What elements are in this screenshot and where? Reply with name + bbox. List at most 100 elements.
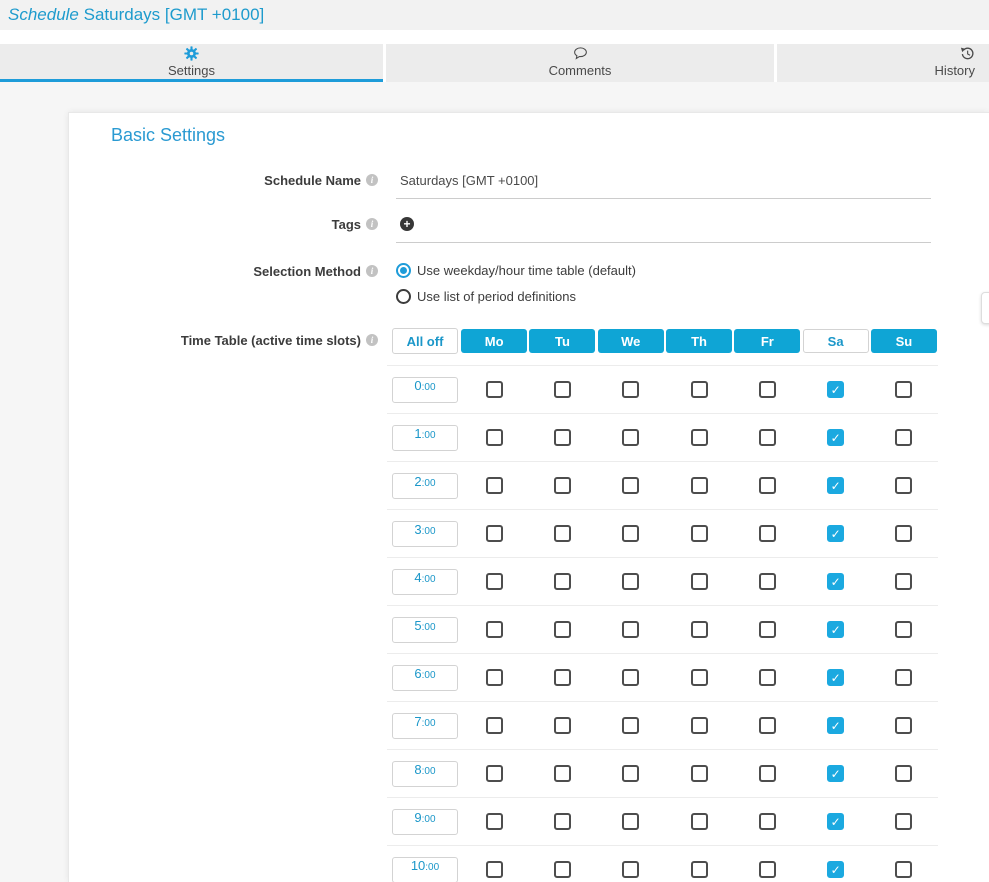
option-use-periods[interactable]: Use list of period definitions <box>396 289 931 304</box>
checkbox-6-su[interactable] <box>895 669 912 686</box>
checkbox-7-tu[interactable] <box>554 717 571 734</box>
checkbox-0-su[interactable] <box>895 381 912 398</box>
checkbox-8-su[interactable] <box>895 765 912 782</box>
checkbox-7-fr[interactable] <box>759 717 776 734</box>
checkbox-9-tu[interactable] <box>554 813 571 830</box>
checkbox-10-fr[interactable] <box>759 861 776 878</box>
time-button-1-00[interactable]: 1:00 <box>392 425 458 451</box>
checkbox-3-mo[interactable] <box>486 525 503 542</box>
day-button-we[interactable]: We <box>598 329 664 353</box>
checkbox-0-we[interactable] <box>622 381 639 398</box>
checkbox-3-fr[interactable] <box>759 525 776 542</box>
checkbox-10-mo[interactable] <box>486 861 503 878</box>
checkbox-7-mo[interactable] <box>486 717 503 734</box>
time-button-8-00[interactable]: 8:00 <box>392 761 458 787</box>
add-tag-button[interactable] <box>400 217 414 231</box>
checkbox-9-fr[interactable] <box>759 813 776 830</box>
tags-input[interactable] <box>396 206 931 243</box>
checkbox-10-tu[interactable] <box>554 861 571 878</box>
checkbox-5-tu[interactable] <box>554 621 571 638</box>
checkbox-8-we[interactable] <box>622 765 639 782</box>
checkbox-6-th[interactable] <box>691 669 708 686</box>
checkbox-7-we[interactable] <box>622 717 639 734</box>
checkbox-1-sa[interactable] <box>827 429 844 446</box>
checkbox-8-sa[interactable] <box>827 765 844 782</box>
checkbox-0-fr[interactable] <box>759 381 776 398</box>
checkbox-4-sa[interactable] <box>827 573 844 590</box>
checkbox-6-tu[interactable] <box>554 669 571 686</box>
day-button-mo[interactable]: Mo <box>461 329 527 353</box>
checkbox-0-sa[interactable] <box>827 381 844 398</box>
checkbox-4-we[interactable] <box>622 573 639 590</box>
checkbox-1-mo[interactable] <box>486 429 503 446</box>
checkbox-1-tu[interactable] <box>554 429 571 446</box>
time-button-6-00[interactable]: 6:00 <box>392 665 458 691</box>
time-button-2-00[interactable]: 2:00 <box>392 473 458 499</box>
schedule-name-input[interactable]: Saturdays [GMT +0100] <box>396 162 931 199</box>
day-button-su[interactable]: Su <box>871 329 937 353</box>
checkbox-10-sa[interactable] <box>827 861 844 878</box>
checkbox-1-we[interactable] <box>622 429 639 446</box>
info-icon[interactable] <box>366 334 378 346</box>
checkbox-2-th[interactable] <box>691 477 708 494</box>
checkbox-4-fr[interactable] <box>759 573 776 590</box>
option-use-timetable[interactable]: Use weekday/hour time table (default) <box>396 263 931 278</box>
radio-use-periods[interactable] <box>396 289 411 304</box>
side-panel-handle[interactable] <box>981 292 989 324</box>
day-button-th[interactable]: Th <box>666 329 732 353</box>
info-icon[interactable] <box>366 218 378 230</box>
checkbox-7-th[interactable] <box>691 717 708 734</box>
checkbox-6-mo[interactable] <box>486 669 503 686</box>
checkbox-9-mo[interactable] <box>486 813 503 830</box>
time-button-10-00[interactable]: 10:00 <box>392 857 458 882</box>
checkbox-9-sa[interactable] <box>827 813 844 830</box>
info-icon[interactable] <box>366 265 378 277</box>
radio-use-timetable[interactable] <box>396 263 411 278</box>
all-off-button[interactable]: All off <box>392 328 458 354</box>
day-button-tu[interactable]: Tu <box>529 329 595 353</box>
checkbox-10-th[interactable] <box>691 861 708 878</box>
time-button-9-00[interactable]: 9:00 <box>392 809 458 835</box>
checkbox-5-fr[interactable] <box>759 621 776 638</box>
checkbox-5-mo[interactable] <box>486 621 503 638</box>
checkbox-9-su[interactable] <box>895 813 912 830</box>
checkbox-1-th[interactable] <box>691 429 708 446</box>
checkbox-8-tu[interactable] <box>554 765 571 782</box>
checkbox-4-su[interactable] <box>895 573 912 590</box>
checkbox-2-tu[interactable] <box>554 477 571 494</box>
checkbox-0-mo[interactable] <box>486 381 503 398</box>
day-button-sa[interactable]: Sa <box>803 329 869 353</box>
checkbox-3-we[interactable] <box>622 525 639 542</box>
checkbox-4-tu[interactable] <box>554 573 571 590</box>
tab-comments[interactable]: Comments <box>386 44 774 82</box>
checkbox-5-su[interactable] <box>895 621 912 638</box>
time-button-5-00[interactable]: 5:00 <box>392 617 458 643</box>
checkbox-2-sa[interactable] <box>827 477 844 494</box>
checkbox-3-sa[interactable] <box>827 525 844 542</box>
checkbox-2-fr[interactable] <box>759 477 776 494</box>
checkbox-1-fr[interactable] <box>759 429 776 446</box>
checkbox-9-th[interactable] <box>691 813 708 830</box>
checkbox-4-mo[interactable] <box>486 573 503 590</box>
checkbox-8-th[interactable] <box>691 765 708 782</box>
time-button-4-00[interactable]: 4:00 <box>392 569 458 595</box>
checkbox-2-we[interactable] <box>622 477 639 494</box>
checkbox-3-su[interactable] <box>895 525 912 542</box>
checkbox-2-su[interactable] <box>895 477 912 494</box>
checkbox-6-fr[interactable] <box>759 669 776 686</box>
checkbox-5-sa[interactable] <box>827 621 844 638</box>
checkbox-3-tu[interactable] <box>554 525 571 542</box>
time-button-0-00[interactable]: 0:00 <box>392 377 458 403</box>
checkbox-10-su[interactable] <box>895 861 912 878</box>
day-button-fr[interactable]: Fr <box>734 329 800 353</box>
time-button-7-00[interactable]: 7:00 <box>392 713 458 739</box>
checkbox-8-mo[interactable] <box>486 765 503 782</box>
checkbox-9-we[interactable] <box>622 813 639 830</box>
checkbox-5-th[interactable] <box>691 621 708 638</box>
checkbox-0-tu[interactable] <box>554 381 571 398</box>
checkbox-7-su[interactable] <box>895 717 912 734</box>
checkbox-8-fr[interactable] <box>759 765 776 782</box>
tab-settings[interactable]: Settings <box>0 44 383 82</box>
checkbox-0-th[interactable] <box>691 381 708 398</box>
time-button-3-00[interactable]: 3:00 <box>392 521 458 547</box>
